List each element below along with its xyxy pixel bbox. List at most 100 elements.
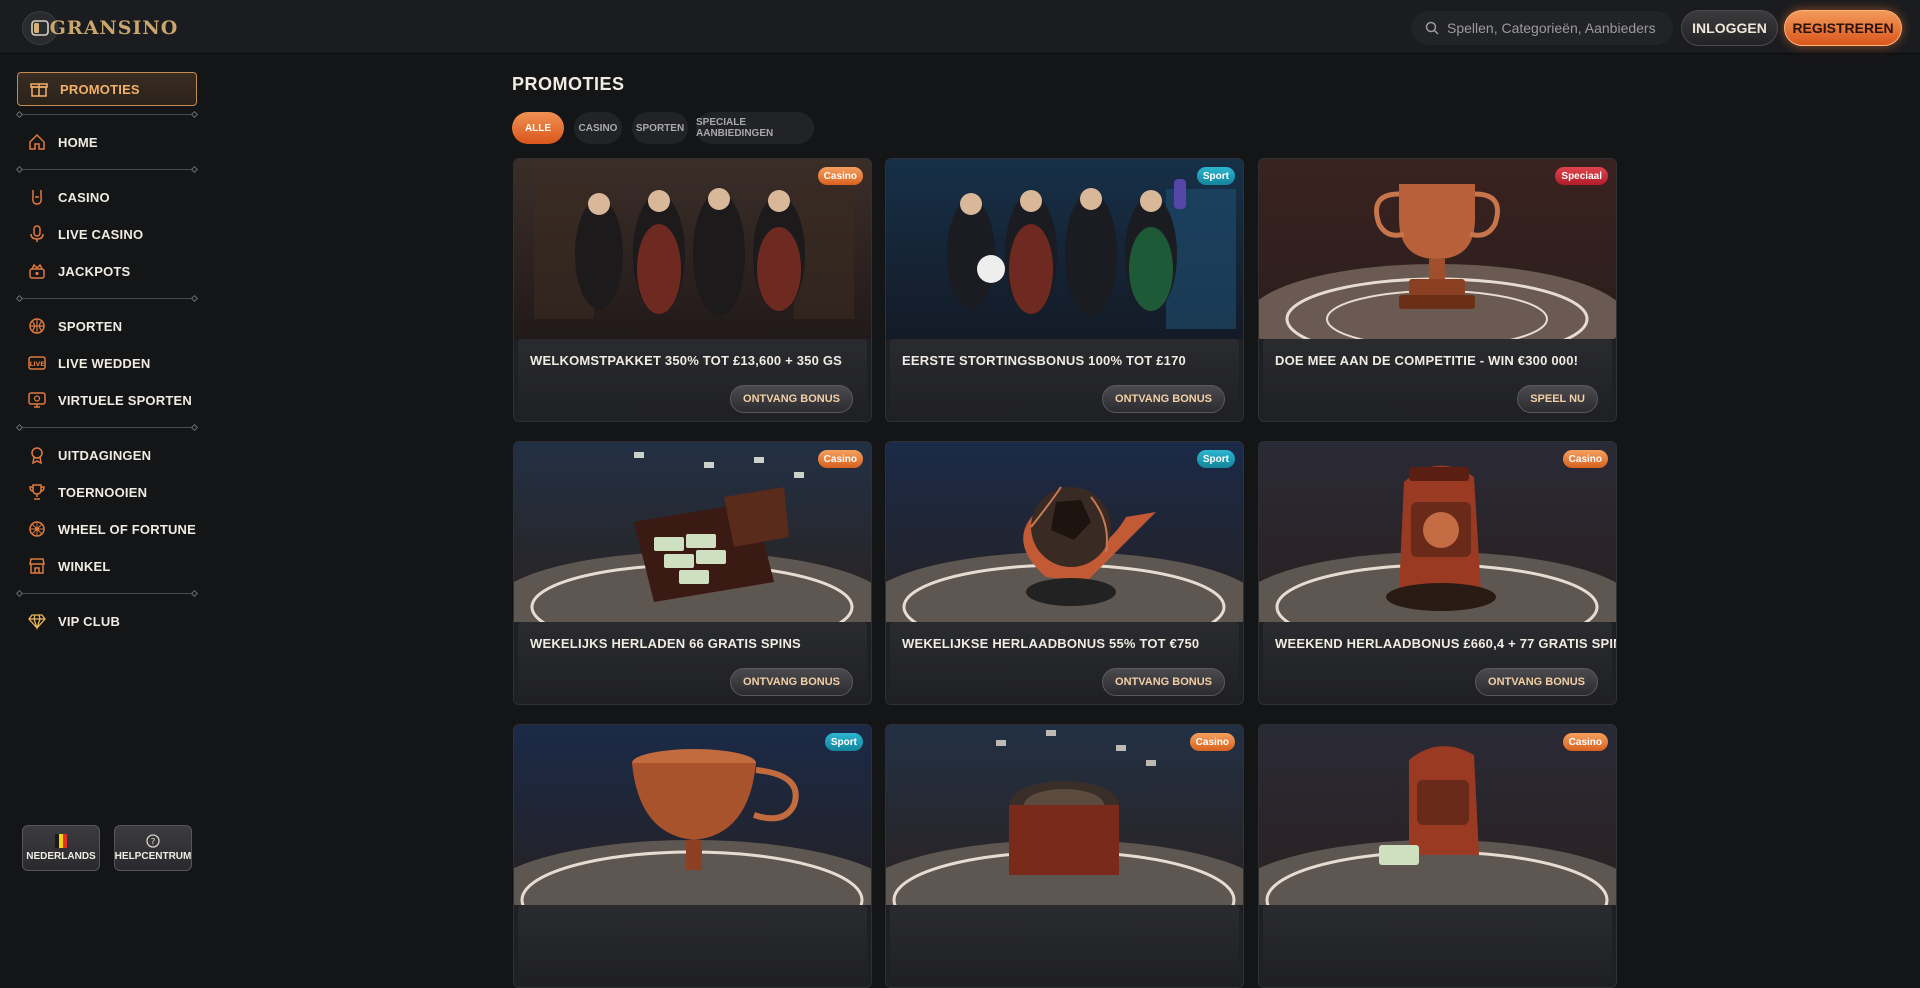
promo-card[interactable]: Casino WEKELIJKS HERLADEN 66 GRATIS SPINS… [513,441,872,705]
sidebar-item-toernooien[interactable]: TOERNOOIEN [17,477,197,507]
gift-icon [30,80,48,98]
microphone-icon [28,225,46,243]
sidebar-item-promoties[interactable]: PROMOTIES [17,72,197,106]
promo-card-body [1263,905,1612,985]
sidebar-item-home[interactable]: HOME [17,127,197,157]
category-badge: Sport [1196,167,1235,185]
filter-casino[interactable]: CASINO [574,112,622,144]
promo-title: WELKOMSTPAKKET 350% TOT £13,600 + 350 GS [530,353,843,368]
promo-action-button[interactable]: ONTVANG BONUS [1475,668,1598,696]
sidebar-item-live-wedden[interactable]: LIVE LIVE WEDDEN [17,348,197,378]
language-button[interactable]: NEDERLANDS [22,825,100,871]
rock-hand-icon [28,188,46,206]
sidebar-toggle-icon [31,20,49,36]
filter-sporten[interactable]: SPORTEN [632,112,688,144]
promo-card-body: WEKELIJKS HERLADEN 66 GRATIS SPINS ONTVAN… [518,622,867,702]
category-badge: Casino [1562,450,1608,468]
sidebar-item-label: SPORTEN [58,318,123,334]
belgium-flag-icon [55,834,67,848]
trophy-icon [28,483,46,501]
logo[interactable]: GRANSINO [50,10,178,46]
divider [15,589,199,598]
promo-card[interactable]: Casino [885,724,1244,988]
promo-card-body [518,905,867,985]
sidebar-item-label: VIP CLUB [58,613,121,629]
sidebar-item-winkel[interactable]: WINKEL [17,551,197,581]
promo-image[interactable] [514,442,871,622]
promo-image[interactable] [886,725,1243,905]
svg-text:?: ? [151,838,156,848]
promo-action-button[interactable]: ONTVANG BONUS [1102,668,1225,696]
promo-card-body: WEKELIJKSE HERLAADBONUS 55% TOT €750 ONTV… [890,622,1239,702]
search-input[interactable] [1447,20,1667,36]
sidebar-item-virtuele-sporten[interactable]: VIRTUELE SPORTEN [17,385,197,415]
header: GRANSINO INLOGGEN REGISTREREN [0,0,1920,54]
sidebar-item-label: HOME [58,134,98,150]
divider [15,423,199,432]
sidebar-item-wheel-of-fortune[interactable]: WHEEL OF FORTUNE [17,514,197,544]
promo-card-body: WELKOMSTPAKKET 350% TOT £13,600 + 350 GS… [518,339,867,419]
category-badge: Speciaal [1555,167,1608,185]
promo-image[interactable] [1259,159,1616,339]
sidebar-item-label: CASINO [58,189,110,205]
promo-image[interactable] [886,442,1243,622]
sidebar-item-jackpots[interactable]: JACKPOTS [17,256,197,286]
page-title: PROMOTIES [512,74,625,94]
category-badge: Sport [824,733,863,751]
promo-card[interactable]: Casino WELKOMSTPAKKET 350% TOT £13,600 + … [513,158,872,422]
promo-title: WEKELIJKS HERLADEN 66 GRATIS SPINS [530,636,801,651]
promo-card[interactable]: Casino WEEKEND HERLAADBONUS £660,4 + 77 G… [1258,441,1617,705]
sidebar-item-label: PROMOTIES [60,81,140,97]
promo-action-button[interactable]: ONTVANG BONUS [730,385,853,413]
login-button[interactable]: INLOGGEN [1681,10,1778,46]
shop-icon [28,557,46,575]
promo-title: EERSTE STORTINGSBONUS 100% TOT £170 [902,353,1186,368]
promo-action-button[interactable]: SPEEL NU [1517,385,1598,413]
logo-text: GRANSINO [49,17,179,39]
sidebar-item-sporten[interactable]: SPORTEN [17,311,197,341]
sidebar-item-live-casino[interactable]: LIVE CASINO [17,219,197,249]
promo-card[interactable]: Sport [513,724,872,988]
filter-speciale-aanbiedingen[interactable]: SPECIALE AANBIEDINGEN [696,112,814,144]
sidebar-item-vip-club[interactable]: VIP CLUB [17,606,197,636]
sidebar-item-label: LIVE CASINO [58,226,144,242]
promo-action-button[interactable]: ONTVANG BONUS [1102,385,1225,413]
category-badge: Casino [817,450,863,468]
category-badge: Sport [1196,450,1235,468]
help-label: HELPCENTRUM [114,851,192,862]
promo-image[interactable] [1259,442,1616,622]
promo-image[interactable] [886,159,1243,339]
sidebar-item-label: UITDAGINGEN [58,447,152,463]
divider [15,294,199,303]
register-button[interactable]: REGISTREREN [1784,10,1902,46]
help-center-button[interactable]: ? HELPCENTRUM [114,825,192,871]
help-icon: ? [146,834,160,848]
sidebar-item-label: JACKPOTS [58,263,131,279]
promo-card-body [890,905,1239,985]
promo-title: WEEKEND HERLAADBONUS £660,4 + 77 GRATIS … [1275,636,1617,651]
sidebar-item-label: TOERNOOIEN [58,484,148,500]
promo-card[interactable]: Sport WEKELIJKSE HERLAADBONUS 55% TOT €75… [885,441,1244,705]
live-icon: LIVE [28,354,46,372]
category-badge: Casino [1189,733,1235,751]
basketball-icon [28,317,46,335]
search-box[interactable] [1411,11,1673,45]
home-icon [28,133,46,151]
sidebar-item-casino[interactable]: CASINO [17,182,197,212]
language-label: NEDERLANDS [26,851,96,862]
promo-card[interactable]: Casino [1258,724,1617,988]
sidebar-item-label: WHEEL OF FORTUNE [58,521,197,537]
promo-card[interactable]: Sport EERSTE STORTINGSBONUS 100% TOT £170… [885,158,1244,422]
promo-image[interactable] [1259,725,1616,905]
promo-image[interactable] [514,159,871,339]
promo-image[interactable] [514,725,871,905]
divider [15,165,199,174]
category-badge: Casino [1562,733,1608,751]
promo-action-button[interactable]: ONTVANG BONUS [730,668,853,696]
filter-alle[interactable]: ALLE [512,112,564,144]
promo-card[interactable]: Speciaal DOE MEE AAN DE COMPETITIE - WIN … [1258,158,1617,422]
sidebar: PROMOTIES HOME CASINO LIVE CASINO JACKPO… [0,55,210,886]
promo-card-body: WEEKEND HERLAADBONUS £660,4 + 77 GRATIS … [1263,622,1616,702]
sidebar-item-uitdagingen[interactable]: UITDAGINGEN [17,440,197,470]
category-badge: Casino [817,167,863,185]
